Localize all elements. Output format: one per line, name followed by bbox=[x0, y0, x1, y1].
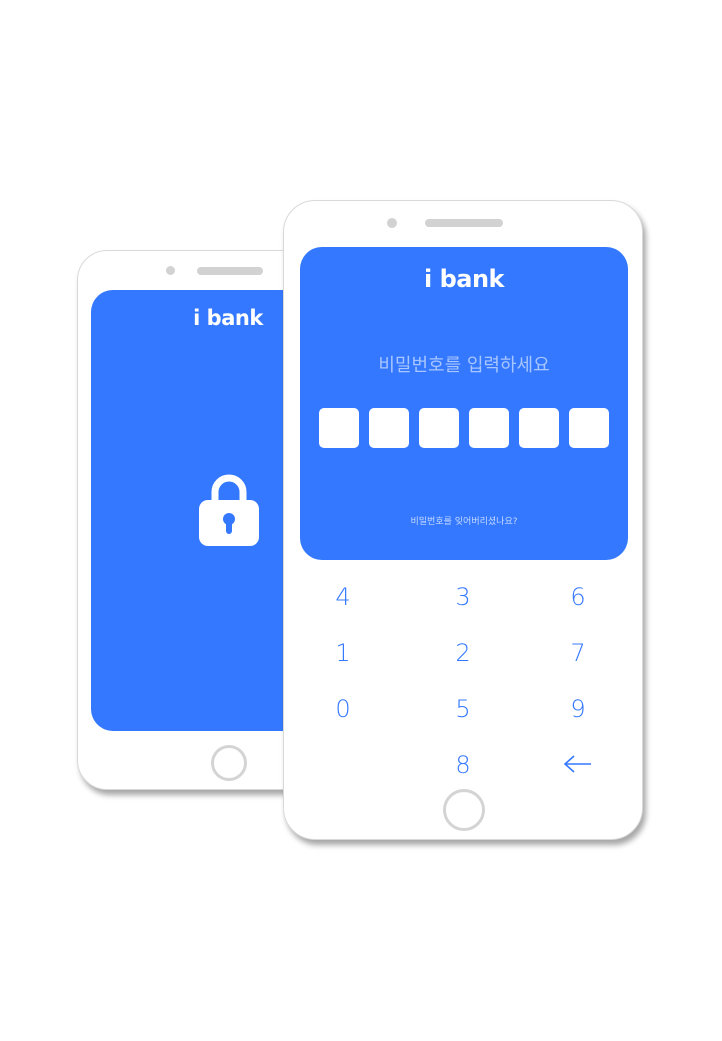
forgot-password-link[interactable]: 비밀번호를 잊어버리셨나요? bbox=[300, 514, 628, 527]
front-camera-dot bbox=[166, 266, 175, 275]
lock-icon bbox=[199, 468, 259, 546]
speaker-grille bbox=[425, 219, 503, 227]
keypad-key-4[interactable]: 4 bbox=[313, 577, 373, 617]
keypad-key-3[interactable]: 3 bbox=[433, 577, 493, 617]
keypad-key-9[interactable]: 9 bbox=[548, 689, 608, 729]
arrow-left-icon bbox=[563, 746, 593, 786]
keypad-key-8[interactable]: 8 bbox=[433, 745, 493, 785]
pin-entry[interactable] bbox=[319, 408, 609, 448]
password-prompt: 비밀번호를 입력하세요 bbox=[378, 355, 550, 376]
keypad-key-5[interactable]: 5 bbox=[433, 689, 493, 729]
keypad-key-6[interactable]: 6 bbox=[548, 577, 608, 617]
pin-digit-box[interactable] bbox=[319, 408, 359, 448]
pin-digit-box[interactable] bbox=[369, 408, 409, 448]
backspace-button[interactable] bbox=[548, 745, 608, 785]
pin-digit-box[interactable] bbox=[419, 408, 459, 448]
front-phone-screen: i bank 비밀번호를 입력하세요 비밀번호를 잊어버리셨나요? bbox=[300, 247, 628, 560]
keypad-key-1[interactable]: 1 bbox=[313, 633, 373, 673]
pin-digit-box[interactable] bbox=[569, 408, 609, 448]
brand-logo-text: i bank bbox=[423, 265, 505, 293]
front-camera-dot bbox=[387, 218, 397, 228]
home-button[interactable] bbox=[211, 745, 247, 781]
speaker-grille bbox=[197, 267, 263, 275]
home-button[interactable] bbox=[443, 789, 485, 831]
pin-digit-box[interactable] bbox=[469, 408, 509, 448]
keypad-key-2[interactable]: 2 bbox=[433, 633, 493, 673]
keypad-key-7[interactable]: 7 bbox=[548, 633, 608, 673]
front-phone: i bank 비밀번호를 입력하세요 비밀번호를 잊어버리셨나요? 4 3 6 … bbox=[283, 200, 643, 840]
pin-digit-box[interactable] bbox=[519, 408, 559, 448]
keypad-key-0[interactable]: 0 bbox=[313, 689, 373, 729]
